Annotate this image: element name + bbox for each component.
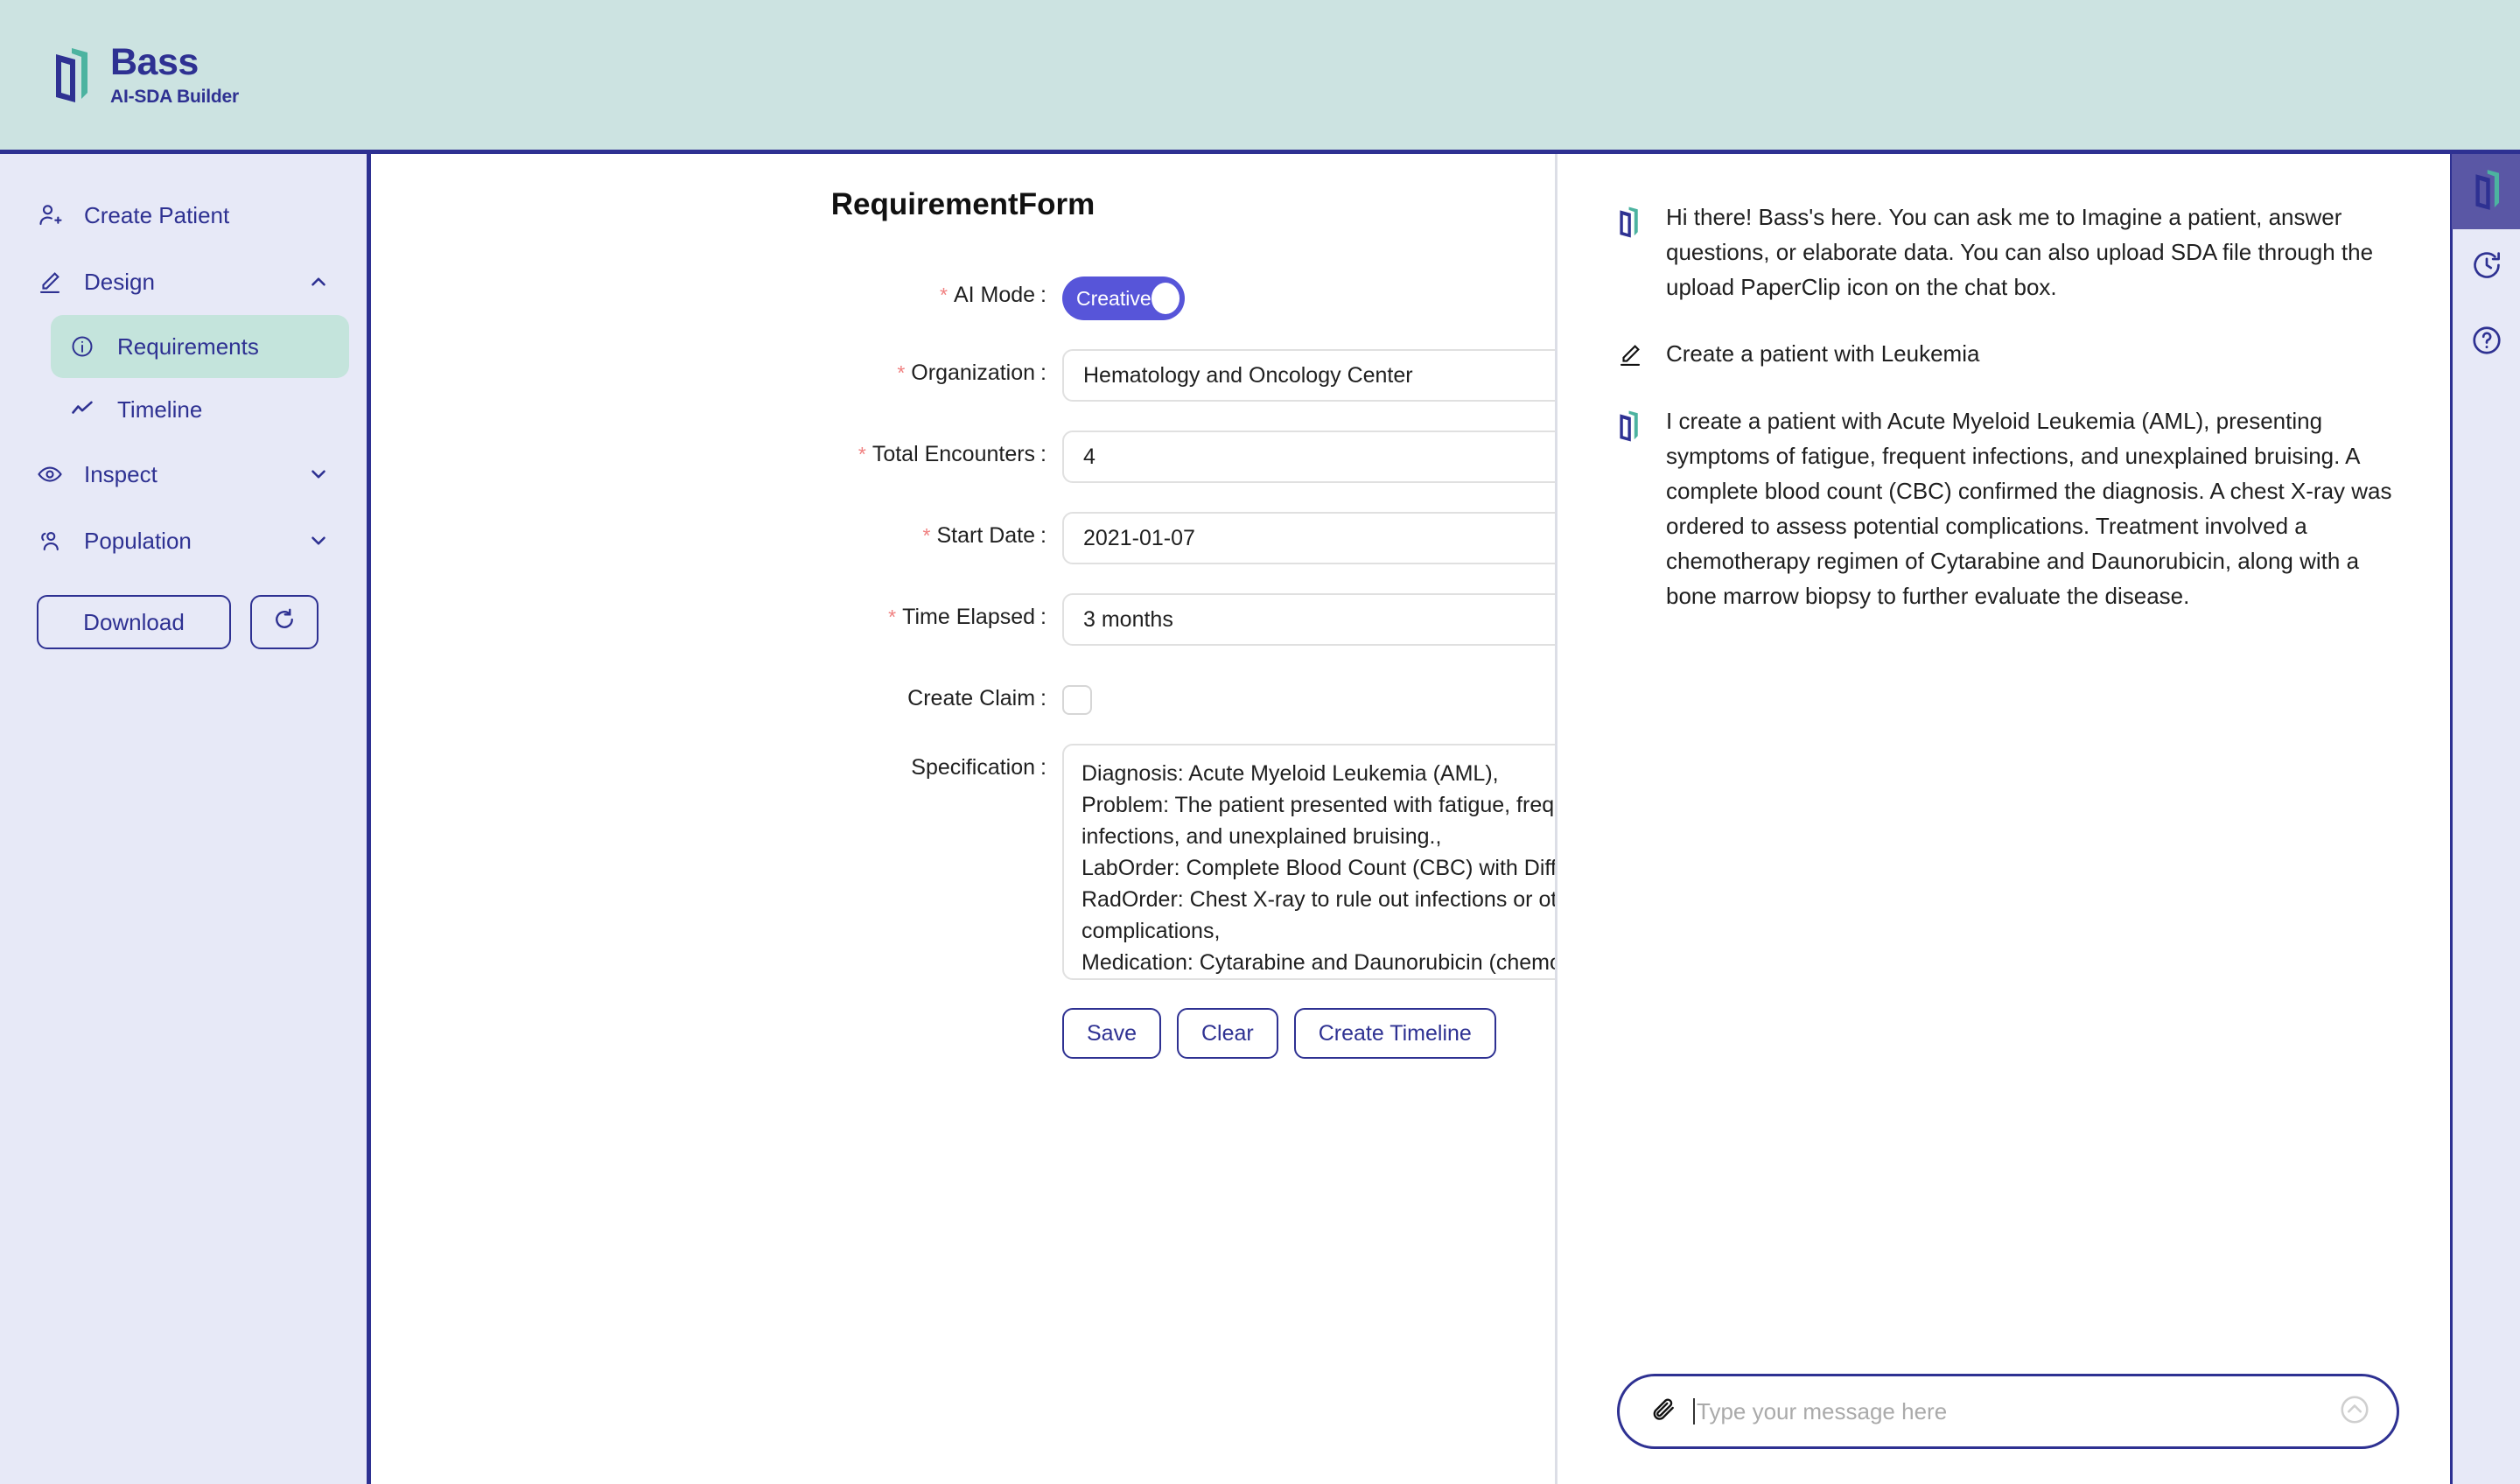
- line-chart-icon: [70, 397, 105, 422]
- time-elapsed-value: 3 months: [1083, 606, 1173, 632]
- help-question-icon: [2470, 324, 2503, 361]
- app-root: Bass AI-SDA Builder Create Patient Desig…: [0, 0, 2520, 1484]
- requirement-form-panel: RequirementForm * AI Mode: Creative * Orga…: [371, 154, 1558, 1484]
- bass-logo-icon: [2472, 167, 2502, 217]
- create-claim-label: Create Claim:: [907, 686, 1046, 710]
- pencil-icon: [37, 269, 72, 295]
- page-title: RequirementForm: [830, 187, 1096, 221]
- start-date-input[interactable]: 2021-01-07: [1062, 512, 1555, 564]
- pencil-icon: [1617, 336, 1647, 372]
- bass-bracket-logo-icon: [51, 45, 91, 106]
- rail-item-bass-logo[interactable]: [2451, 154, 2520, 229]
- sidebar-item-create-patient[interactable]: Create Patient: [18, 182, 349, 248]
- create-timeline-button[interactable]: Create Timeline: [1293, 1008, 1496, 1059]
- sidebar-label: Timeline: [117, 396, 203, 423]
- rail-item-help[interactable]: [2452, 304, 2520, 380]
- specification-label: Specification:: [911, 755, 1046, 780]
- brand-text: Bass AI-SDA Builder: [110, 41, 239, 107]
- specification-textarea[interactable]: Diagnosis: Acute Myeloid Leukemia (AML),…: [1062, 744, 1555, 980]
- total-encounters-value: 4: [1083, 444, 1096, 469]
- total-encounters-input[interactable]: 4: [1062, 430, 1555, 483]
- chat-message: I create a patient with Acute Myeloid Le…: [1617, 403, 2399, 613]
- brand-name: Bass: [110, 41, 199, 83]
- field-row-start-date: * Start Date: 2021-01-07: [371, 512, 1555, 564]
- ai-mode-label: * AI Mode:: [939, 283, 1046, 307]
- field-row-ai-mode: * AI Mode: Creative: [371, 271, 1555, 320]
- chat-input-field[interactable]: Type your message here: [1693, 1398, 2323, 1425]
- paperclip-icon[interactable]: [1649, 1396, 1677, 1428]
- toggle-knob: [1151, 283, 1180, 314]
- total-encounters-label: * Total Encounters:: [858, 442, 1046, 466]
- form-actions: Save Clear Create Timeline: [1062, 1008, 1555, 1059]
- chat-message: Hi there! Bass's here. You can ask me to…: [1617, 200, 2399, 304]
- chat-message-text: Hi there! Bass's here. You can ask me to…: [1666, 204, 2374, 300]
- ai-mode-toggle[interactable]: Creative: [1062, 276, 1185, 320]
- time-elapsed-label: * Time Elapsed:: [888, 605, 1046, 629]
- required-marker: *: [939, 284, 948, 306]
- users-icon: [37, 528, 72, 554]
- time-elapsed-input[interactable]: 3 months: [1062, 593, 1555, 646]
- right-rail: [2450, 154, 2520, 1484]
- sidebar-item-requirements[interactable]: Requirements: [51, 315, 349, 378]
- ai-mode-value: Creative: [1076, 286, 1152, 310]
- bass-bracket-logo-icon: [1617, 403, 1647, 613]
- sidebar-actions: Download: [18, 574, 349, 649]
- chat-input-placeholder: Type your message here: [1697, 1397, 1948, 1424]
- sidebar-item-design[interactable]: Design: [18, 248, 349, 315]
- clear-button[interactable]: Clear: [1176, 1008, 1278, 1059]
- organization-label: * Organization:: [897, 360, 1046, 385]
- sidebar-label: Design: [84, 268, 155, 295]
- app-body: Create Patient Design Requirements Timel…: [0, 154, 2520, 1484]
- chat-input-bar[interactable]: Type your message here: [1617, 1374, 2399, 1449]
- field-row-organization: * Organization: Hematology and Oncology C…: [371, 349, 1555, 402]
- refresh-icon: [271, 606, 298, 639]
- field-row-time-elapsed: * Time Elapsed: 3 months: [371, 593, 1555, 646]
- chat-message: Create a patient with Leukemia: [1617, 336, 2399, 372]
- chevron-down-icon[interactable]: [307, 529, 330, 552]
- sidebar-label: Inspect: [84, 460, 158, 487]
- field-row-total-encounters: * Total Encounters: 4: [371, 430, 1555, 483]
- organization-value: Hematology and Oncology Center: [1083, 362, 1413, 388]
- design-subnav: Requirements Timeline: [18, 315, 349, 441]
- bass-bracket-logo-icon: [1617, 200, 1647, 304]
- create-claim-checkbox[interactable]: [1062, 685, 1092, 715]
- info-circle-icon: [70, 334, 105, 359]
- history-clock-icon: [2470, 248, 2503, 286]
- chat-message-list: Hi there! Bass's here. You can ask me to…: [1617, 200, 2399, 1374]
- sidebar-item-timeline[interactable]: Timeline: [51, 378, 349, 441]
- app-header: Bass AI-SDA Builder: [0, 0, 2520, 154]
- chat-panel: Hi there! Bass's here. You can ask me to…: [1558, 154, 2450, 1484]
- ai-mode-control: Creative: [1062, 271, 1555, 320]
- start-date-label: * Start Date:: [922, 523, 1046, 548]
- field-row-create-claim: Create Claim:: [371, 675, 1555, 715]
- sidebar: Create Patient Design Requirements Timel…: [0, 154, 371, 1484]
- sidebar-item-inspect[interactable]: Inspect: [18, 441, 349, 508]
- download-button[interactable]: Download: [37, 595, 231, 649]
- field-row-specification: Specification: Diagnosis: Acute Myeloid …: [371, 744, 1555, 1059]
- brand-subtitle: AI-SDA Builder: [110, 87, 239, 107]
- sidebar-label: Population: [84, 527, 192, 554]
- start-date-value: 2021-01-07: [1083, 525, 1195, 550]
- chevron-down-icon[interactable]: [307, 463, 330, 486]
- save-button[interactable]: Save: [1062, 1008, 1161, 1059]
- brand-logo: Bass AI-SDA Builder: [51, 44, 239, 106]
- sidebar-item-population[interactable]: Population: [18, 508, 349, 574]
- sidebar-label: Requirements: [117, 332, 259, 360]
- rail-item-history[interactable]: [2452, 229, 2520, 304]
- text-cursor: [1693, 1398, 1695, 1424]
- organization-input[interactable]: Hematology and Oncology Center: [1062, 349, 1555, 402]
- refresh-button[interactable]: [250, 595, 318, 649]
- chevron-up-icon[interactable]: [307, 270, 330, 293]
- sidebar-label: Create Patient: [84, 201, 230, 228]
- chat-message-text: Create a patient with Leukemia: [1666, 340, 1980, 367]
- user-plus-icon: [37, 202, 72, 228]
- chat-message-text: I create a patient with Acute Myeloid Le…: [1666, 408, 2392, 609]
- send-circle-up-icon[interactable]: [2339, 1394, 2370, 1430]
- eye-icon: [37, 461, 72, 487]
